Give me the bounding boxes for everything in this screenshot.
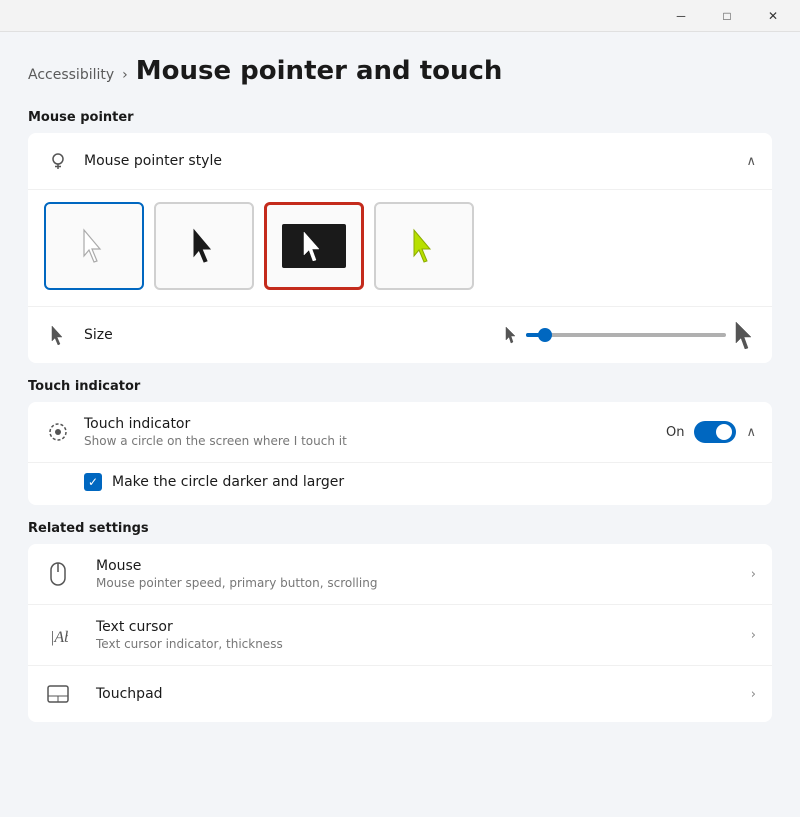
touchpad-row-title: Touchpad (96, 686, 751, 702)
pointer-option-white[interactable] (44, 202, 144, 290)
mouse-row-title: Mouse (96, 558, 751, 574)
cursor-inverted-svg (302, 231, 326, 261)
touch-indicator-toggle[interactable] (694, 421, 736, 443)
breadcrumb-separator: › (122, 67, 128, 83)
close-button[interactable]: ✕ (750, 0, 796, 32)
touch-indicator-icon (44, 418, 72, 446)
touch-indicator-row[interactable]: Touch indicator Show a circle on the scr… (28, 402, 772, 463)
touch-indicator-controls: On ∧ (666, 421, 756, 443)
toggle-thumb (716, 424, 732, 440)
mouse-pointer-style-right: ∧ (746, 154, 756, 169)
darker-larger-checkbox[interactable]: ✓ (84, 473, 102, 491)
related-settings-label: Related settings (28, 521, 772, 536)
touch-indicator-chevron[interactable]: ∧ (746, 425, 756, 440)
text-cursor-row-title: Text cursor (96, 619, 751, 635)
pointer-styles-grid (28, 190, 772, 306)
mouse-row-subtitle: Mouse pointer speed, primary button, scr… (96, 576, 751, 590)
related-text-cursor-row[interactable]: |Ab Text cursor Text cursor indicator, t… (28, 605, 772, 666)
cursor-color-svg (410, 228, 438, 264)
size-controls (504, 321, 756, 349)
checkbox-label: Make the circle darker and larger (112, 474, 344, 490)
cursor-black-svg (190, 228, 218, 264)
inverted-box (282, 224, 346, 268)
mouse-row-chevron: › (751, 567, 756, 582)
pointer-option-inverted[interactable] (264, 202, 364, 290)
related-settings-card: Mouse Mouse pointer speed, primary butto… (28, 544, 772, 722)
svg-text:|Ab: |Ab (50, 629, 68, 646)
touch-indicator-subtitle: Show a circle on the screen where I touc… (84, 434, 666, 448)
size-row: Size (28, 307, 772, 363)
mouse-row-text: Mouse Mouse pointer speed, primary butto… (96, 558, 751, 590)
related-touchpad-row[interactable]: Touchpad › (28, 666, 772, 722)
touchpad-row-text: Touchpad (96, 686, 751, 702)
touchpad-icon (44, 680, 72, 708)
mouse-icon (44, 560, 72, 588)
main-content: Accessibility › Mouse pointer and touch … (0, 32, 800, 817)
checkbox-check-icon: ✓ (88, 475, 98, 489)
cursor-small-icon (504, 326, 518, 344)
size-cursor-icon (44, 321, 72, 349)
checkbox-row: ✓ Make the circle darker and larger (28, 463, 772, 505)
mouse-pointer-style-chevron[interactable]: ∧ (746, 154, 756, 169)
touch-indicator-card: Touch indicator Show a circle on the scr… (28, 402, 772, 505)
title-bar: ─ □ ✕ (0, 0, 800, 32)
cursor-large-icon (734, 321, 756, 349)
page-title: Mouse pointer and touch (136, 56, 503, 86)
pointer-option-color[interactable] (374, 202, 474, 290)
touch-indicator-text: Touch indicator Show a circle on the scr… (84, 416, 666, 448)
mouse-pointer-style-label: Mouse pointer style (84, 153, 222, 169)
maximize-button[interactable]: □ (704, 0, 750, 32)
mouse-pointer-card: Mouse pointer style ∧ (28, 133, 772, 363)
touch-indicator-section-label: Touch indicator (28, 379, 772, 394)
breadcrumb-accessibility[interactable]: Accessibility (28, 67, 114, 83)
cursor-white-svg (80, 228, 108, 264)
text-cursor-row-text: Text cursor Text cursor indicator, thick… (96, 619, 751, 651)
touch-indicator-title: Touch indicator (84, 416, 666, 432)
mouse-pointer-section-label: Mouse pointer (28, 110, 772, 125)
pointer-option-black[interactable] (154, 202, 254, 290)
slider-thumb[interactable] (538, 328, 552, 342)
mouse-pointer-style-row[interactable]: Mouse pointer style ∧ (28, 133, 772, 190)
toggle-on-label: On (666, 425, 684, 440)
text-cursor-row-subtitle: Text cursor indicator, thickness (96, 637, 751, 651)
touchpad-row-chevron: › (751, 687, 756, 702)
text-cursor-row-chevron: › (751, 628, 756, 643)
size-slider[interactable] (526, 333, 726, 337)
size-label: Size (84, 327, 113, 343)
related-mouse-row[interactable]: Mouse Mouse pointer speed, primary butto… (28, 544, 772, 605)
text-cursor-icon: |Ab (44, 621, 72, 649)
mouse-pointer-icon (44, 147, 72, 175)
breadcrumb: Accessibility › Mouse pointer and touch (28, 56, 772, 86)
minimize-button[interactable]: ─ (658, 0, 704, 32)
